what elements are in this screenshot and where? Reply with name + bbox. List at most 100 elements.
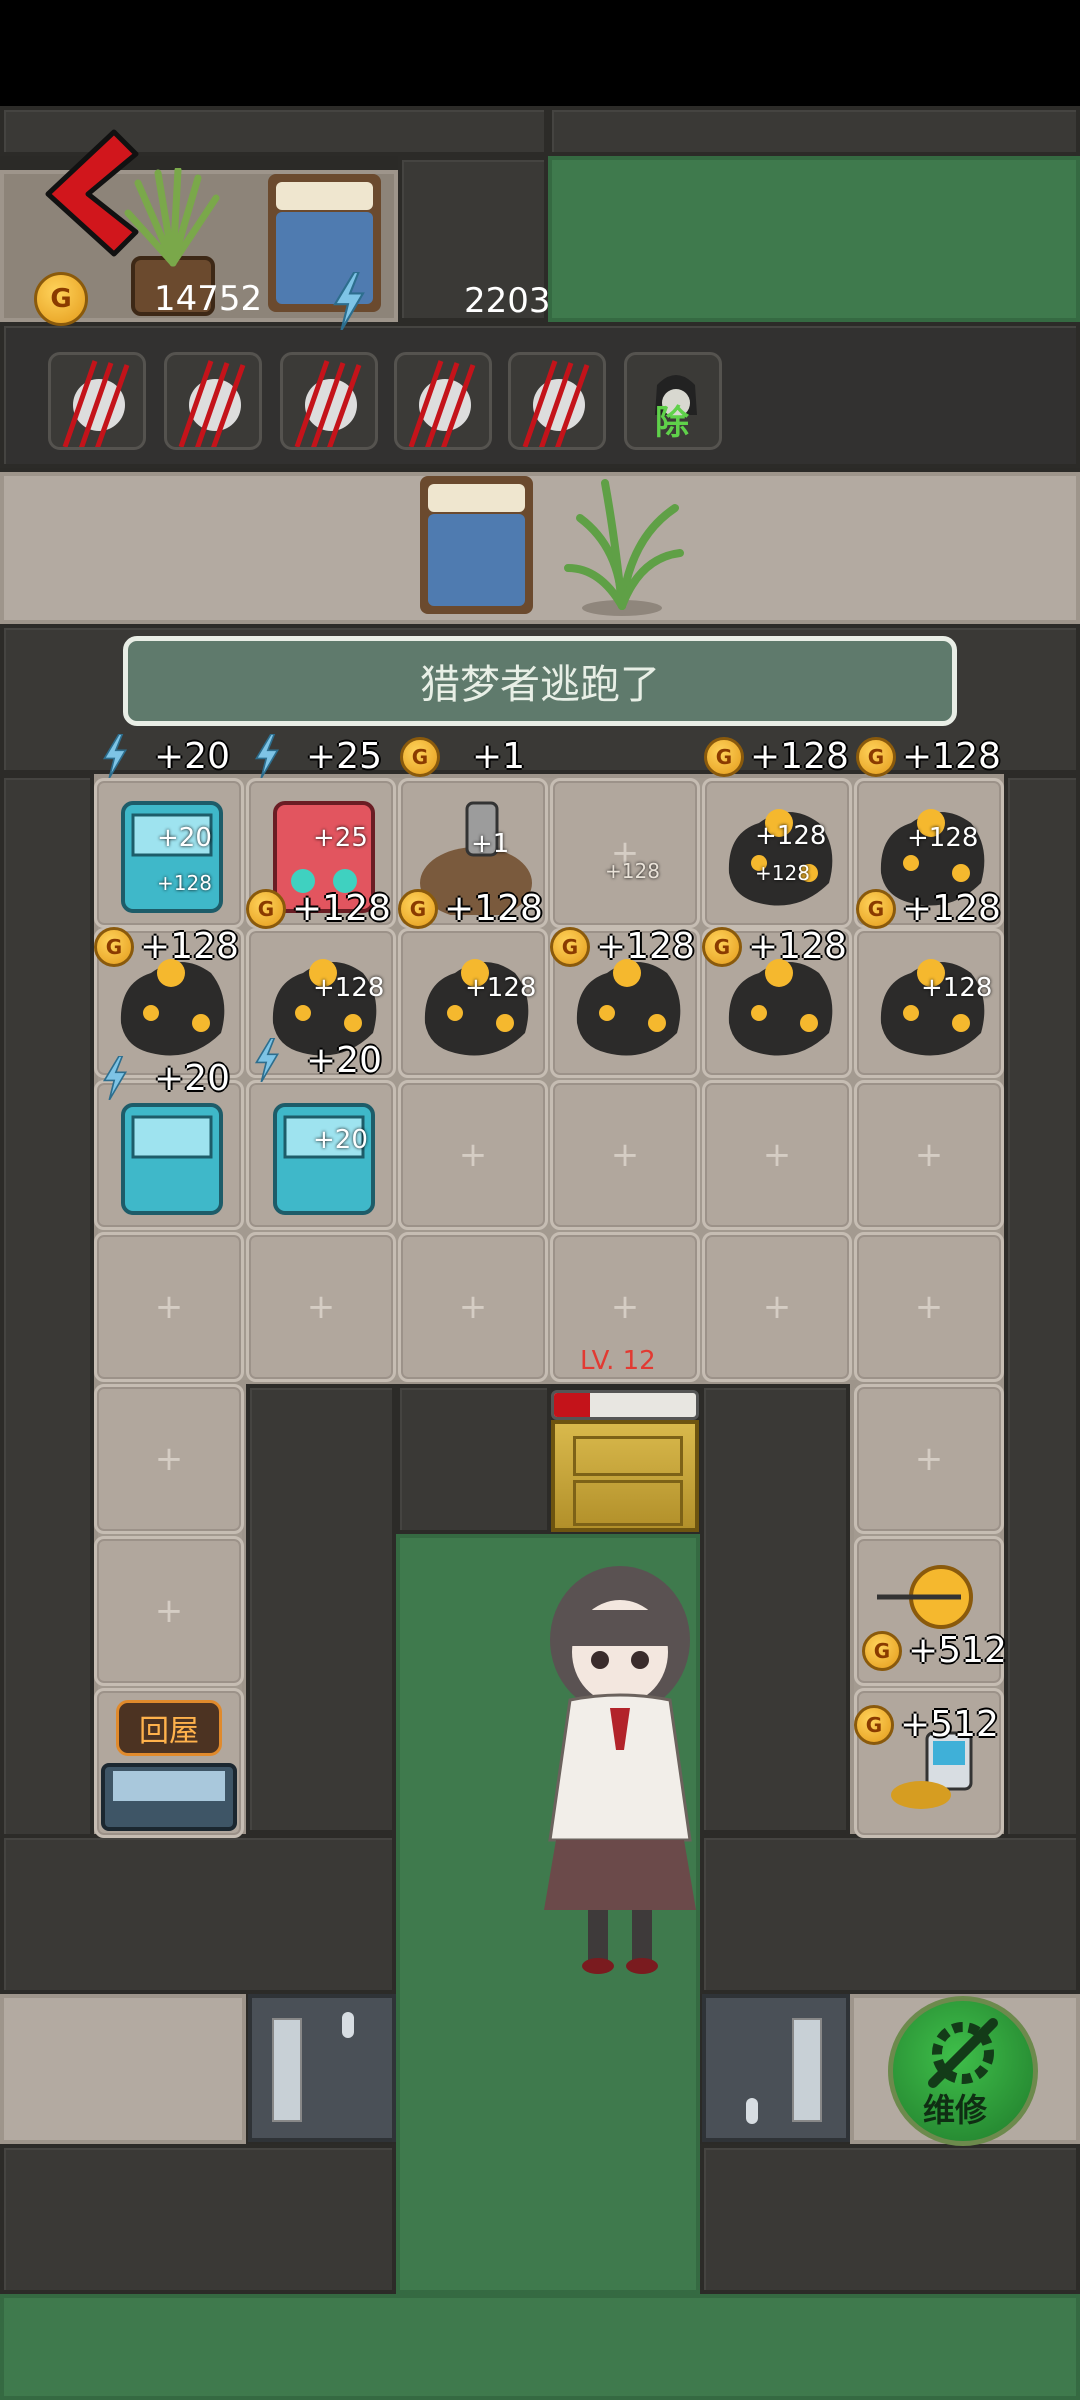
energy-bolt-icon [254,1038,280,1082]
slot-inner-value: +128 [921,973,993,1003]
gold-value-label: G +128 [550,926,695,967]
green-ghost-icon: 除 [624,352,722,450]
gold-value-label: G +128 [856,888,1001,929]
gold-coin-icon: G [246,888,286,929]
metal-door-right[interactable] [702,1994,850,2142]
add-slot-icon: + [610,1135,640,1175]
floor-tile [0,472,1080,624]
energy-bolt-icon [254,734,280,778]
grid-slot-gold-ore[interactable]: +128 [854,928,1004,1078]
claw-marked-hunter-icon [394,352,492,450]
gold-ore-icon [728,809,833,906]
gold-coin-icon: G [862,1630,902,1671]
slot-inner-value: +128 [313,973,385,1003]
claw-marked-hunter-icon [48,352,146,450]
claw-marked-hunter-icon [164,352,262,450]
grid-slot-gold-ore[interactable]: +128 +128 [702,778,852,928]
slot-inner-value: +128 [465,973,537,1003]
slot-inner-subvalue: +128 [755,861,810,885]
add-slot-icon: + [458,1135,488,1175]
energy-bolt-icon [333,272,365,330]
energy-bolt-icon [102,734,128,778]
gold-ore-icon [424,959,529,1056]
grid-slot-empty[interactable]: + [94,1536,244,1686]
gold-coin-icon: G [856,736,896,777]
vending-machine-icon [121,801,223,913]
gold-coin-icon: G [702,926,742,967]
floor-tile [0,1994,246,2144]
gold-coin-icon: G [34,272,88,326]
ghost-label: 除 [655,403,689,443]
girl-character [544,1566,696,1974]
gold-value-label: G +128 [702,926,847,967]
add-slot-icon: + [762,1287,792,1327]
wall-tile [700,2144,1080,2294]
grass-tile [0,2294,1080,2400]
grid-slot-vending-machine[interactable]: +20 [246,1080,396,1230]
return-home-button[interactable]: 回屋 [116,1700,222,1756]
wall-tile [396,1384,551,1534]
grid-slot-empty[interactable]: + [246,1232,396,1382]
door-health-bar [551,1390,699,1420]
door-level-label: LV. 12 [580,1346,656,1376]
grid-slot-gold-ore[interactable]: +128 [398,928,548,1078]
slot-inner-value: +128 [755,821,827,851]
add-slot-icon: + [458,1287,488,1327]
gold-value-label: G +128 [398,888,543,929]
add-slot-icon: + [610,833,640,873]
gold-coin-icon: G [550,926,590,967]
wall-tile [699,1384,700,1385]
energy-value-label: +20 [100,1056,230,1100]
wall-tile [1004,774,1080,1984]
gold-value-label: G +128 [246,888,391,929]
gold-coin-icon: G [854,1704,894,1745]
gold-value-label: G +128 [94,926,239,967]
energy-counter: 2203 [330,272,551,330]
status-bar-area [0,0,1080,106]
bed-icon [420,476,533,614]
wall-tile [0,1834,396,1994]
grid-slot-empty[interactable]: + [854,1232,1004,1382]
repair-label: 维修 [923,2091,988,2129]
gold-value-label: G +1 [400,736,525,777]
slot-inner-value: +1 [471,829,510,859]
grid-slot-empty[interactable]: + [702,1080,852,1230]
add-slot-icon: + [762,1135,792,1175]
golden-door[interactable] [551,1420,699,1532]
energy-bolt-icon [102,1056,128,1100]
grid-slot-empty-coin[interactable]: + +128 [550,778,700,928]
grid-slot-empty[interactable]: + [854,1384,1004,1534]
add-slot-icon: + [914,1135,944,1175]
grid-slot-vending-machine[interactable]: +20 +128 [94,778,244,928]
grid-slot-empty[interactable]: + [398,1232,548,1382]
claw-marked-hunter-icon [280,352,378,450]
add-slot-icon: + [306,1287,336,1327]
grid-slot-empty[interactable]: + [94,1384,244,1534]
slot-inner-value: +128 [907,823,979,853]
grid-slot-empty[interactable]: + [398,1080,548,1230]
add-slot-icon: + [154,1287,184,1327]
grid-slot-empty[interactable]: + [702,1232,852,1382]
slot-inner-value: +128 [605,859,660,883]
metal-door-left[interactable] [248,1994,396,2142]
vending-machine-icon [121,1103,223,1215]
back-arrow-icon[interactable] [36,128,146,258]
gold-coin-icon: G [400,736,440,777]
grid-slot-empty[interactable]: + [854,1080,1004,1230]
add-slot-icon: + [914,1287,944,1327]
wrench-gear-icon [928,2018,998,2088]
wall-tile [700,1834,1080,1994]
door-health-fill [554,1393,590,1417]
grid-slot-vending-machine[interactable] [94,1080,244,1230]
gold-counter: G 14752 [34,272,262,326]
repair-button[interactable]: 维修 [888,1996,1038,2146]
grass-tile [548,156,1080,322]
claw-marked-hunter-icon [508,352,606,450]
gold-value-label: G +128 [856,736,1001,777]
grid-slot-empty[interactable]: + [94,1232,244,1382]
energy-value-label: +20 [100,734,230,778]
plant-icon [564,479,684,616]
gold-coin-icon: G [856,888,896,929]
grid-slot-empty[interactable]: + [550,1080,700,1230]
toast-message: 猎梦者逃跑了 [123,636,957,726]
